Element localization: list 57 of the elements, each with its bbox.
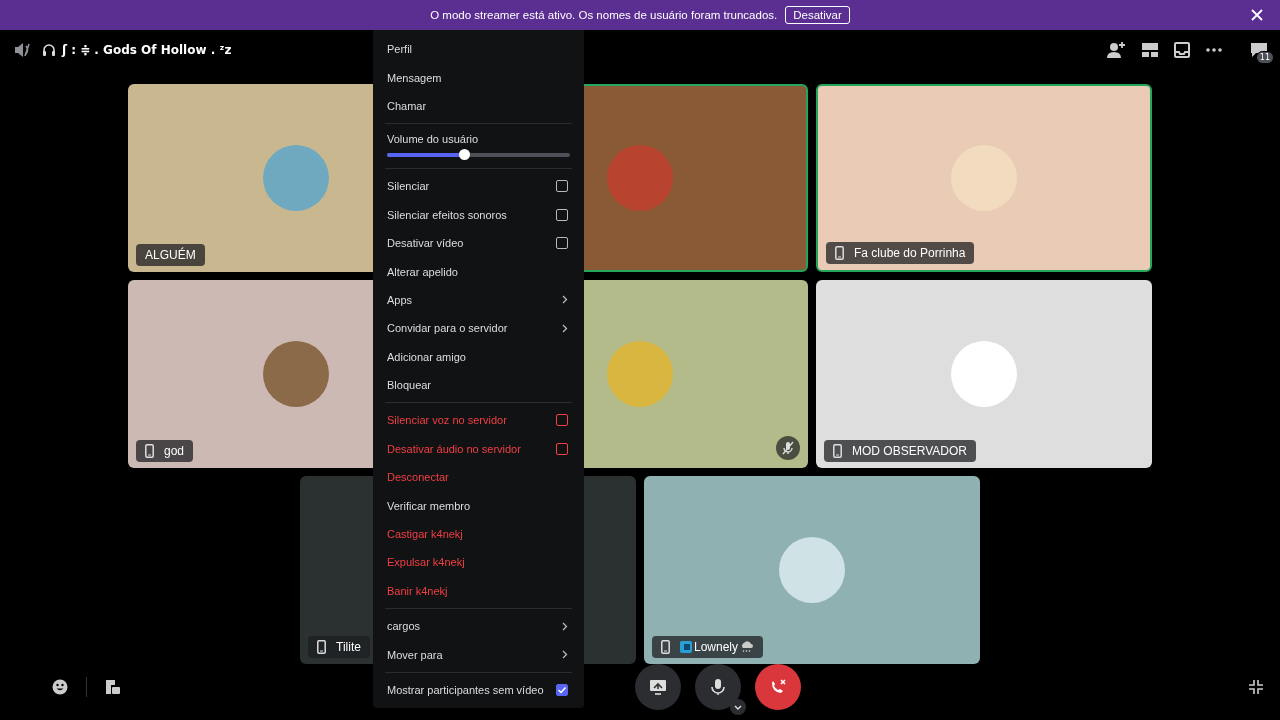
menu-item[interactable]: Banir k4nekj <box>381 576 576 606</box>
menu-item[interactable]: Mostrar participantes sem vídeo <box>381 675 576 705</box>
checkbox[interactable] <box>556 442 568 455</box>
add-person-icon[interactable] <box>1106 41 1126 59</box>
phone-icon <box>145 444 154 458</box>
chevron-right-icon <box>562 295 568 305</box>
menu-item[interactable]: Perfil <box>381 35 576 64</box>
menu-item[interactable]: cargos <box>381 612 576 641</box>
chevron-right-icon <box>562 323 568 333</box>
menu-item[interactable]: Mover para <box>381 640 576 669</box>
screen-share-icon <box>649 679 667 695</box>
muted-speaker-icon[interactable] <box>14 42 32 58</box>
headphones-icon <box>42 43 56 57</box>
caret-icon[interactable] <box>730 699 746 715</box>
participant-tile[interactable]: MOD OBSERVADOR <box>816 280 1152 468</box>
phone-icon <box>835 246 844 260</box>
emoji-icon[interactable] <box>52 679 68 695</box>
microphone-button[interactable] <box>695 664 741 710</box>
grid-layout-icon[interactable] <box>1142 43 1158 57</box>
unread-badge: 11 <box>1255 51 1274 64</box>
channel-name: ʃ : ≑ . Gods Of Hollow . ᶻz <box>62 43 232 57</box>
more-icon[interactable] <box>1206 48 1222 52</box>
phone-icon <box>661 640 670 654</box>
close-icon[interactable] <box>1251 9 1263 21</box>
participant-tile[interactable]: Lownely <box>644 476 980 664</box>
hang-up-icon <box>769 678 787 696</box>
activity-icon[interactable] <box>105 679 121 695</box>
menu-item[interactable]: Verificar membro <box>381 491 576 520</box>
collapse-icon[interactable] <box>1248 679 1264 695</box>
checkbox[interactable] <box>556 180 568 193</box>
chevron-right-icon <box>562 650 568 660</box>
checkbox[interactable] <box>556 237 568 250</box>
participant-name: Tilite <box>336 640 361 654</box>
menu-item[interactable]: Castigar k4nekj <box>381 519 576 549</box>
hang-up-button[interactable] <box>755 664 801 710</box>
rain-cloud-icon <box>740 641 755 653</box>
checkbox[interactable] <box>556 208 568 221</box>
banner-message: O modo streamer está ativo. Os nomes de usuário foram truncados. <box>430 9 778 21</box>
participant-name: Fa clube do Porrinha <box>854 246 966 260</box>
app-logo-icon <box>680 641 692 653</box>
microphone-icon <box>711 678 725 696</box>
inbox-icon[interactable] <box>1174 42 1190 58</box>
checkbox[interactable] <box>556 414 568 427</box>
chat-icon[interactable] <box>1250 42 1268 58</box>
participant-tile[interactable]: Fa clube do Porrinha <box>816 84 1152 272</box>
participant-name: god <box>164 444 185 458</box>
participant-name: MOD OBSERVADOR <box>852 444 967 458</box>
phone-icon <box>317 640 326 654</box>
participant-name: ALGUÉM <box>145 248 196 262</box>
muted-mic-icon <box>776 436 800 460</box>
participant-name: Lownely <box>694 640 739 654</box>
screen-share-button[interactable] <box>635 664 681 710</box>
menu-item[interactable]: Expulsar k4nekj <box>381 548 576 577</box>
chevron-right-icon <box>562 621 568 631</box>
phone-icon <box>833 444 842 458</box>
checkbox[interactable] <box>556 684 568 696</box>
disable-button[interactable]: Desativar <box>785 6 850 24</box>
